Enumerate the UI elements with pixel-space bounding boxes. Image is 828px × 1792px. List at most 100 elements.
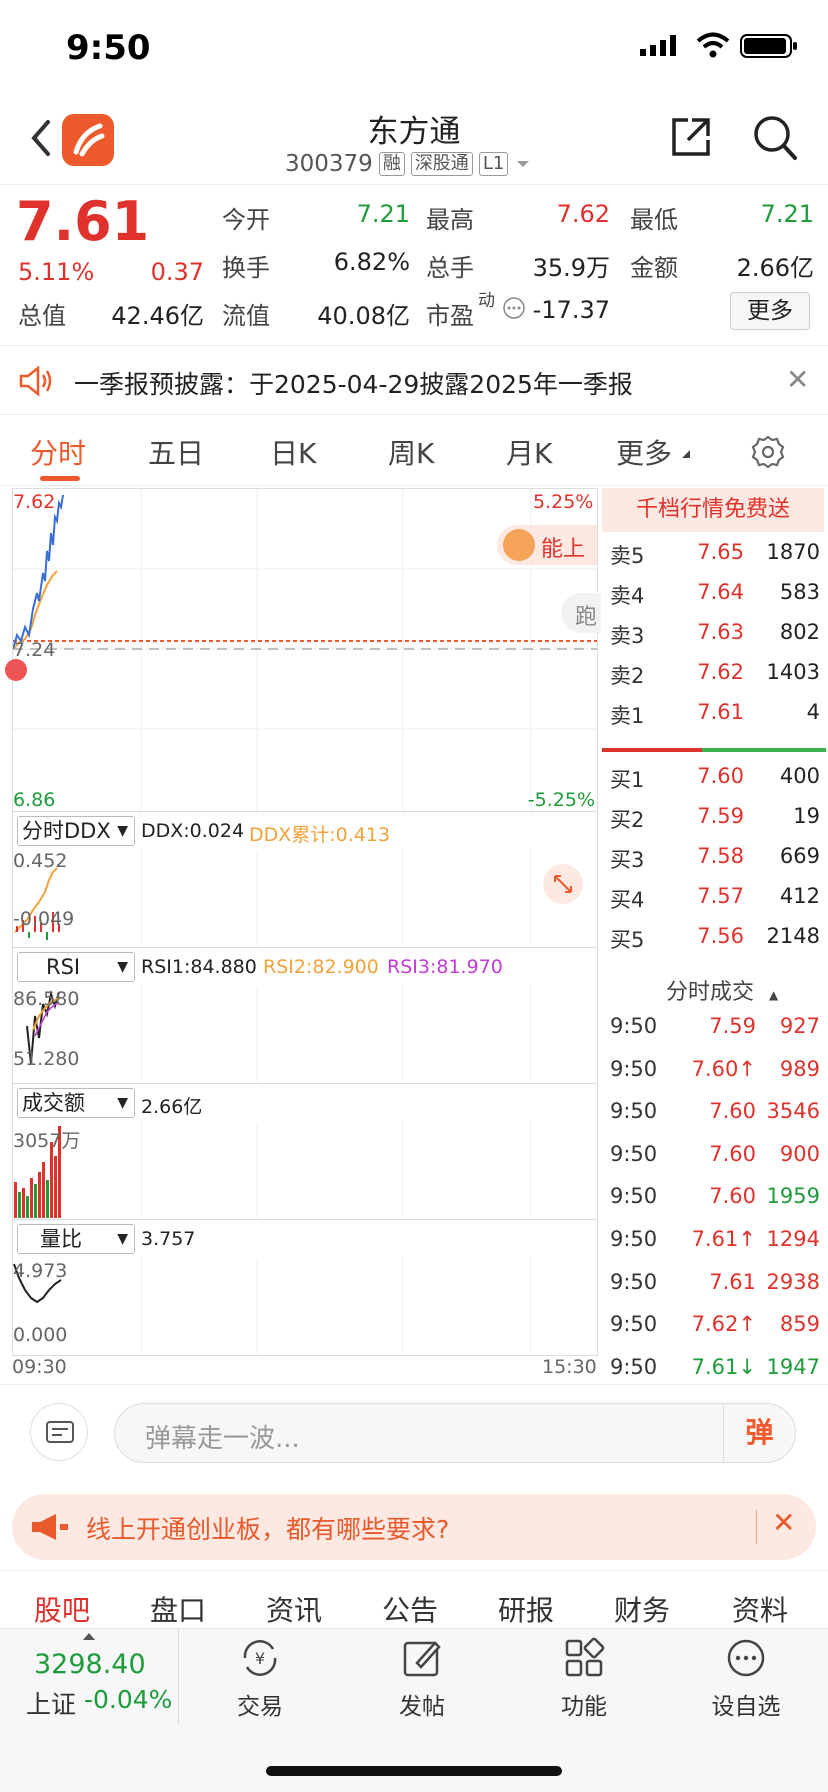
float-value: 40.08亿 [317, 302, 410, 330]
side-tab[interactable]: 跑 [561, 593, 601, 633]
rsi-chart [26, 986, 532, 1082]
danmu-send-button[interactable]: 弹 [723, 1404, 795, 1462]
turnover-rate-value: 6.82% [333, 248, 410, 276]
tab-daily-k[interactable]: 日K [270, 432, 316, 472]
pe-value: -17.37 [532, 296, 610, 324]
bid-row[interactable]: 买1 7.60 400 [600, 764, 822, 804]
search-icon[interactable] [752, 114, 798, 162]
bid-price: 7.58 [697, 844, 744, 868]
status-bar: 9:50 [0, 0, 828, 100]
more-quote-button[interactable]: 更多 [730, 292, 810, 330]
ask-label: 卖4 [610, 584, 645, 608]
caret-down-icon: ▼ [117, 823, 128, 839]
trade-time: 9:50 [610, 1269, 658, 1294]
trade-price: 7.62↑ [691, 1312, 756, 1337]
settings-gear-icon[interactable] [750, 434, 786, 470]
bid-label: 买2 [610, 808, 645, 832]
trade-time: 9:50 [610, 1141, 658, 1166]
caret-down-icon: ▼ [117, 1231, 128, 1247]
ask-label: 卖2 [610, 664, 645, 688]
tab-profile[interactable]: 资料 [732, 1589, 788, 1629]
tab-watchlist[interactable]: 设自选 [686, 1635, 806, 1735]
tab-handicap[interactable]: 盘口 [150, 1589, 206, 1629]
ask-row[interactable]: 卖5 7.65 1870 [600, 540, 822, 580]
ask-row[interactable]: 卖3 7.63 802 [600, 620, 822, 660]
trades-title[interactable]: 分时成交 ▲ [666, 974, 778, 1006]
ask-row[interactable]: 卖4 7.64 583 [600, 580, 822, 620]
banner-text: 线上开通创业板，都有哪些要求? [86, 1515, 450, 1544]
tab-forum[interactable]: 股吧 [34, 1589, 90, 1629]
bid-price: 7.60 [697, 764, 744, 788]
ddx-select[interactable]: 分时DDX ▼ [17, 816, 135, 846]
promo-banner[interactable]: 线上开通创业板，都有哪些要求? ✕ [12, 1494, 816, 1560]
ask-price: 7.65 [697, 540, 744, 564]
ddx-panel[interactable]: 分时DDX ▼ DDX:0.024 DDX累计:0.413 0.452 -0.0… [12, 812, 598, 948]
home-indicator [266, 1766, 562, 1776]
tab-finance[interactable]: 财务 [614, 1589, 670, 1629]
order-book: 千档行情免费送 卖5 7.65 1870 卖4 7.64 583 卖3 7.63 802 卖2 7.… [600, 488, 828, 1388]
ddx-value: DDX:0.024 [141, 820, 245, 842]
ratio-select[interactable]: 量比 ▼ [17, 1224, 135, 1254]
speaker-icon [19, 365, 52, 397]
high-label: 最高 [426, 206, 474, 234]
pe-sup: 动 [478, 291, 495, 311]
amount-panel[interactable]: 成交额 ▼ 2.66亿 3057万 [12, 1084, 598, 1220]
tab-weekly-k[interactable]: 周K [388, 432, 434, 472]
tab-post[interactable]: 发帖 [362, 1635, 482, 1735]
close-icon[interactable]: ✕ [786, 363, 809, 396]
tab-announcements[interactable]: 公告 [382, 1589, 438, 1629]
bid-row[interactable]: 买4 7.57 412 [600, 884, 822, 924]
bid-row[interactable]: 买3 7.58 669 [600, 844, 822, 884]
bid-volume: 400 [779, 764, 820, 788]
tab-monthly-k[interactable]: 月K [506, 432, 552, 472]
ask-row[interactable]: 卖2 7.62 1403 [600, 660, 822, 700]
order-book-promo[interactable]: 千档行情免费送 [602, 488, 824, 532]
trade-row: 9:50 7.60 900 [600, 1142, 822, 1184]
amount-select[interactable]: 成交额 ▼ [17, 1088, 135, 1118]
ask-row[interactable]: 卖1 7.61 4 [600, 700, 822, 740]
trade-time: 9:50 [610, 1312, 658, 1337]
index-ticker[interactable]: 3298.40 上证 -0.04% [0, 1629, 178, 1739]
notice-bar[interactable]: 一季报预披露：于2025-04-29披露2025年一季报 ✕ [0, 347, 828, 415]
promo-bubble[interactable]: 能上 [497, 525, 597, 565]
trade-price: 7.60 [709, 1099, 756, 1124]
tab-functions[interactable]: 功能 [524, 1635, 644, 1735]
danmu-toggle-icon[interactable] [30, 1403, 88, 1461]
ask-price: 7.61 [697, 700, 744, 724]
tab-five-day[interactable]: 五日 [148, 432, 204, 472]
tab-more[interactable]: 更多 [616, 432, 672, 472]
rsi2-value: RSI2:82.900 [263, 956, 379, 978]
tab-trade[interactable]: ¥ 交易 [200, 1635, 320, 1735]
share-icon[interactable] [668, 114, 714, 160]
bid-row[interactable]: 买5 7.56 2148 [600, 924, 822, 964]
trade-time: 9:50 [610, 1056, 658, 1081]
rsi-select[interactable]: RSI ▼ [17, 952, 135, 982]
close-icon[interactable]: ✕ [772, 1506, 795, 1539]
expand-icon[interactable] [543, 864, 583, 904]
ratio-chart [13, 1258, 532, 1354]
low-label: 最低 [630, 206, 678, 234]
volume-ratio-panel[interactable]: 量比 ▼ 3.757 4.973 0.000 [12, 1220, 598, 1356]
ddx-chart [14, 850, 532, 946]
bid-price: 7.59 [697, 804, 744, 828]
danmu-bar: 弹幕走一波... 弹 [0, 1384, 828, 1480]
bid-row[interactable]: 买2 7.59 19 [600, 804, 822, 844]
tab-news[interactable]: 资讯 [266, 1589, 322, 1629]
mascot-icon [503, 529, 535, 561]
trade-volume: 927 [779, 1014, 820, 1038]
chart-area[interactable]: 7.62 7.24 6.86 5.25% -5.25% 能上 跑 分时DDX ▼… [5, 488, 601, 1378]
trade-row: 9:50 7.60↑ 989 [600, 1057, 822, 1099]
ddx-top-label: 0.452 [13, 850, 68, 872]
tag-level: L1 [478, 152, 509, 176]
danmu-input[interactable]: 弹幕走一波... 弹 [114, 1403, 796, 1463]
caret-down-icon: ▼ [117, 959, 128, 975]
intraday-chart[interactable]: 7.62 7.24 6.86 5.25% -5.25% 能上 跑 [5, 488, 601, 812]
rsi-panel[interactable]: RSI ▼ RSI1:84.880 RSI2:82.900 RSI3:81.97… [12, 948, 598, 1084]
tab-research[interactable]: 研报 [498, 1589, 554, 1629]
event-marker-icon[interactable] [5, 659, 27, 681]
more-dots-icon [727, 1639, 765, 1677]
tab-functions-label: 功能 [561, 1694, 607, 1720]
tab-intraday[interactable]: 分时 [30, 432, 86, 472]
trade-volume: 2938 [766, 1269, 820, 1294]
stock-code-line[interactable]: 300379 融 深股通 L1 [285, 150, 532, 178]
